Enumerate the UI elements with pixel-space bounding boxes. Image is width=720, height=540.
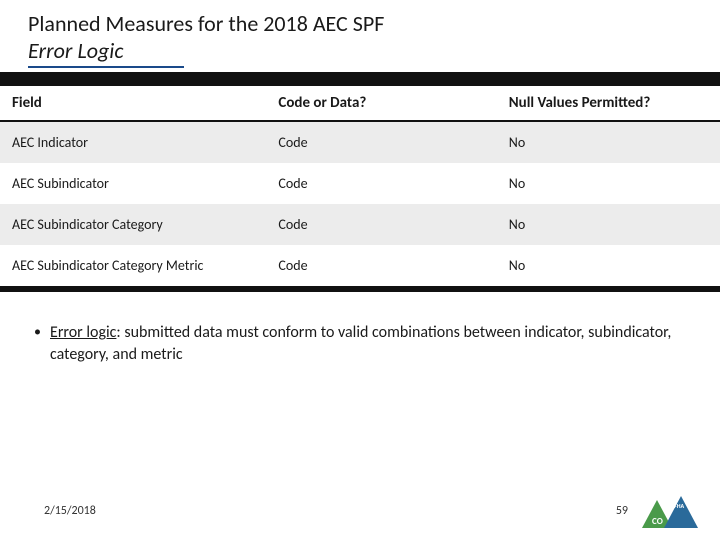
header-code-or-data: Code or Data? [266,86,496,121]
footer-logo: CO FHA [642,494,698,528]
bullet-lead: Error logic [50,323,116,342]
table-row: AEC Subindicator Category Metric Code No [0,245,720,286]
title-line-1: Planned Measures for the 2018 AEC SPF [28,10,700,37]
cell-field: AEC Subindicator Category Metric [0,245,266,286]
header-null-permitted: Null Values Permitted? [497,86,720,121]
cell-null-permitted: No [497,204,720,245]
bullet-item: • Error logic: submitted data must confo… [34,322,690,365]
cell-code-or-data: Code [266,163,496,204]
cell-field: AEC Subindicator Category [0,204,266,245]
bullet-area: • Error logic: submitted data must confo… [0,292,720,365]
slide-header: Planned Measures for the 2018 AEC SPF Er… [0,0,720,72]
cell-field: AEC Subindicator [0,163,266,204]
header-field: Field [0,86,266,121]
mountain-logo-icon: CO FHA [642,494,698,528]
cell-code-or-data: Code [266,245,496,286]
footer-page-number: 59 [616,504,628,518]
cell-null-permitted: No [497,121,720,163]
logo-right-text: FHA [674,502,685,510]
slide-footer: 2/15/2018 59 CO FHA [0,494,720,528]
cell-code-or-data: Code [266,204,496,245]
table-row: AEC Subindicator Code No [0,163,720,204]
table-row: AEC Indicator Code No [0,121,720,163]
title-line-2: Error Logic [28,37,184,68]
fields-table: Field Code or Data? Null Values Permitte… [0,86,720,286]
bullet-dot-icon: • [34,322,50,342]
table-header-row: Field Code or Data? Null Values Permitte… [0,86,720,121]
logo-left-text: CO [652,516,663,527]
bullet-rest: : submitted data must conform to valid c… [50,323,671,364]
footer-date: 2/15/2018 [44,504,96,518]
cell-code-or-data: Code [266,121,496,163]
cell-field: AEC Indicator [0,121,266,163]
header-divider-bar [0,72,720,86]
bullet-text: Error logic: submitted data must conform… [50,322,690,365]
table-row: AEC Subindicator Category Code No [0,204,720,245]
cell-null-permitted: No [497,163,720,204]
cell-null-permitted: No [497,245,720,286]
